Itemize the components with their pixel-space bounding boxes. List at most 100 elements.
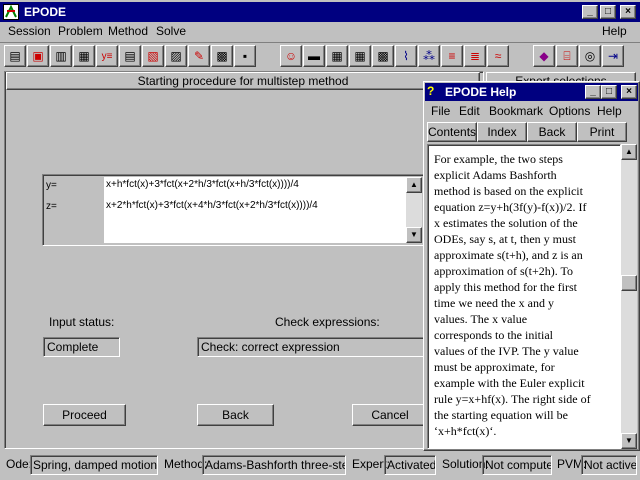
help-scrollbar[interactable]: ▲ ▼ [621,144,637,449]
help-menu-edit[interactable]: Edit [459,104,480,118]
help-text-line: must be approximate, for [434,360,555,374]
back-button-label: Back [222,408,249,422]
help-text-line: x estimates the solution of the [434,216,578,230]
target-icon[interactable]: ◎ [579,45,601,67]
status-expert-value: Activated [387,458,436,472]
step-icon[interactable]: ▪ [234,45,256,67]
help-app-icon[interactable]: ? [427,84,434,98]
menu-solve[interactable]: Solve [152,24,190,38]
status-expert-field: Activated [384,455,436,475]
person-icon[interactable]: ☺ [280,45,302,67]
help-text-line: ‘x+h*fct(x)‘. [434,424,497,438]
help-text-line: example with the Euler explicit [434,376,585,390]
book-icon[interactable]: ⌸ [556,45,578,67]
help-title-bar: ? EPODE Help _ □ × [425,83,638,101]
app-title: EPODE [24,5,67,19]
help-text-line: approximation of s(t+2h). To [434,264,574,278]
help-print-button[interactable]: Print [577,122,627,142]
help-text-line: For example, the two steps [434,152,563,166]
pen-icon[interactable]: ✎ [188,45,210,67]
help-index-label: Index [487,125,517,139]
help-text-line: method is based on the explicit [434,184,583,198]
status-ode-label: Ode: [6,457,33,471]
lines-icon[interactable]: ≡ [441,45,463,67]
menu-method[interactable]: Method [104,24,152,38]
eq-y-value[interactable]: x+h*fct(x)+3*fct(x+2*h/3*fct(x+h/3*fct(x… [106,179,299,190]
help-menu-bar: File Edit Bookmark Options Help [427,104,638,120]
edit-icon[interactable]: ▧ [142,45,164,67]
help-contents-button[interactable]: Contents [427,122,477,142]
wave-icon[interactable]: ≈ [487,45,509,67]
help-contents-label: Contents [428,125,477,139]
help-minimize-button[interactable]: _ [585,85,601,99]
help-menu-options[interactable]: Options [549,104,590,118]
grid-icon[interactable]: ▦ [326,45,348,67]
compute-icon[interactable]: ▩ [211,45,233,67]
cancel-button-label: Cancel [371,408,409,422]
cancel-button[interactable]: Cancel [352,404,428,426]
help-menu-bookmark[interactable]: Bookmark [489,104,543,118]
help-text-line: time we need the x and y [434,296,554,310]
eq-z-value[interactable]: x+2*h*fct(x)+3*fct(x+4*h/3*fct(x+2*h/3*f… [106,200,318,211]
help-menu-file[interactable]: File [431,104,450,118]
open-icon[interactable]: ▣ [27,45,49,67]
menu-session[interactable]: Session [4,24,55,38]
status-ode-field: Spring, damped motion [30,455,158,475]
exit-icon[interactable]: ⇥ [602,45,624,67]
help-index-button[interactable]: Index [477,122,527,142]
help-scroll-thumb[interactable] [621,275,637,291]
expert-icon[interactable]: ◆ [533,45,555,67]
status-method-value: Adams-Bashforth three-step m [205,458,345,472]
minimize-button[interactable]: _ [582,5,598,19]
plot-icon[interactable]: ⌇ [395,45,417,67]
problem-icon[interactable]: ▤ [119,45,141,67]
bars-icon[interactable]: ≣ [464,45,486,67]
help-text-line: corresponds to the initial [434,328,553,342]
menu-help[interactable]: Help [598,24,631,38]
main-menu-bar: Session Problem Method Solve Help [4,24,640,40]
help-maximize-button[interactable]: □ [601,85,617,99]
eq-z-label: z= [46,201,57,212]
check-expressions-value: Check: correct expression [201,340,340,354]
equations-textarea[interactable]: x+h*fct(x)+3*fct(x+2*h/3*fct(x+h/3*fct(x… [104,177,406,243]
scroll-up-icon[interactable]: ▲ [406,177,422,193]
back-button[interactable]: Back [197,404,274,426]
main-panel [4,71,484,449]
proceed-button[interactable]: Proceed [43,404,126,426]
help-text-line: the starting equation will be [434,408,568,422]
eq-y-label: y= [46,180,57,191]
help-text-line: values. The x value [434,312,528,326]
close-button[interactable]: × [620,5,636,19]
help-back-button[interactable]: Back [527,122,577,142]
table-icon[interactable]: ▦ [349,45,371,67]
help-back-label: Back [538,125,566,139]
help-text-line: apply this method for the first [434,280,577,294]
app-icon[interactable] [3,4,19,20]
matrix-icon[interactable]: ▩ [372,45,394,67]
print-icon[interactable]: ▦ [73,45,95,67]
status-solution-field: Not computed [482,455,552,475]
input-status-label: Input status: [49,315,115,329]
help-menu-help[interactable]: Help [597,104,622,118]
status-solution-value: Not computed [485,458,551,472]
equations-scrollbar[interactable]: ▲ ▼ [406,177,422,243]
new-icon[interactable]: ▤ [4,45,26,67]
formula-icon[interactable]: y≡ [96,45,118,67]
main-title-bar: EPODE _ □ × [0,2,640,22]
input-status-value: Complete [47,340,99,354]
maximize-button[interactable]: □ [600,5,616,19]
save-icon[interactable]: ▥ [50,45,72,67]
menu-problem[interactable]: Problem [54,24,107,38]
help-scroll-down-icon[interactable]: ▼ [621,433,637,449]
help-close-button[interactable]: × [621,85,637,99]
panel-header: Starting procedure for multistep method [6,72,480,90]
scroll-down-icon[interactable]: ▼ [406,227,422,243]
help-scroll-up-icon[interactable]: ▲ [621,144,637,160]
phase-icon[interactable]: ⁂ [418,45,440,67]
help-text-line: rule y=x+hf(x). The right side of [434,392,591,406]
method-icon[interactable]: ▨ [165,45,187,67]
help-text-line: explicit Adams Bashforth [434,168,557,182]
computer-icon[interactable]: ▬ [303,45,325,67]
proceed-button-label: Proceed [62,408,107,422]
help-title: EPODE Help [445,85,517,99]
